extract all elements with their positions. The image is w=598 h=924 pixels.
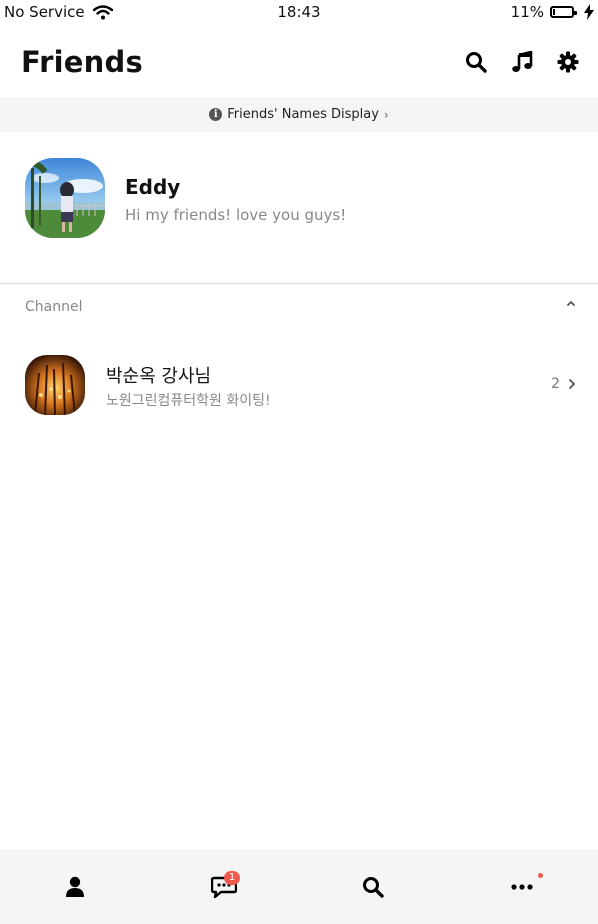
tab-search[interactable] xyxy=(298,849,447,924)
tab-more[interactable] xyxy=(447,849,596,924)
names-display-banner[interactable]: i Friends' Names Display › xyxy=(0,97,598,132)
search-icon xyxy=(362,876,384,898)
more-dots-icon xyxy=(510,883,533,890)
person-icon xyxy=(65,876,84,897)
status-bar: No Service 18:43 11% xyxy=(0,0,598,26)
music-note-icon xyxy=(512,51,533,72)
gear-icon xyxy=(557,51,579,73)
section-divider xyxy=(0,283,598,284)
battery-icon xyxy=(550,6,577,18)
tab-chats[interactable]: 1 xyxy=(149,849,298,924)
bottom-tab-bar: 1 xyxy=(0,849,598,924)
search-button[interactable] xyxy=(464,50,488,74)
my-profile-row[interactable]: Eddy Hi my friends! love you guys! xyxy=(0,146,598,251)
app-header: Friends xyxy=(0,34,598,94)
channel-avatar[interactable] xyxy=(25,355,85,415)
channel-list-item[interactable]: 박순옥 강사님 노원그린컴퓨터학원 화이팅! 2 xyxy=(0,345,598,425)
unread-badge: 1 xyxy=(224,871,240,885)
info-icon: i xyxy=(209,108,223,121)
profile-name: Eddy xyxy=(125,175,181,199)
banner-text: Friends' Names Display xyxy=(227,107,379,122)
search-icon xyxy=(466,52,487,73)
chevron-right-icon: › xyxy=(383,107,389,122)
chevron-right-icon xyxy=(569,379,575,389)
profile-photo xyxy=(25,158,105,238)
chevron-up-icon[interactable] xyxy=(566,298,576,308)
charging-bolt-icon xyxy=(584,4,594,20)
clock: 18:43 xyxy=(277,3,321,21)
channel-photo xyxy=(25,355,85,415)
avatar[interactable] xyxy=(25,158,105,238)
settings-button[interactable] xyxy=(556,50,580,74)
channel-count: 2 xyxy=(551,376,560,392)
channel-section-label: Channel xyxy=(25,299,83,315)
profile-status-message: Hi my friends! love you guys! xyxy=(125,206,347,224)
notification-dot xyxy=(538,873,543,878)
page-title: Friends xyxy=(21,45,143,79)
channel-message: 노원그린컴퓨터학원 화이팅! xyxy=(106,393,271,409)
channel-name: 박순옥 강사님 xyxy=(106,366,212,387)
tab-friends[interactable] xyxy=(0,849,149,924)
battery-fill xyxy=(553,9,555,15)
battery-percent: 11% xyxy=(510,3,544,21)
music-button[interactable] xyxy=(510,50,534,74)
